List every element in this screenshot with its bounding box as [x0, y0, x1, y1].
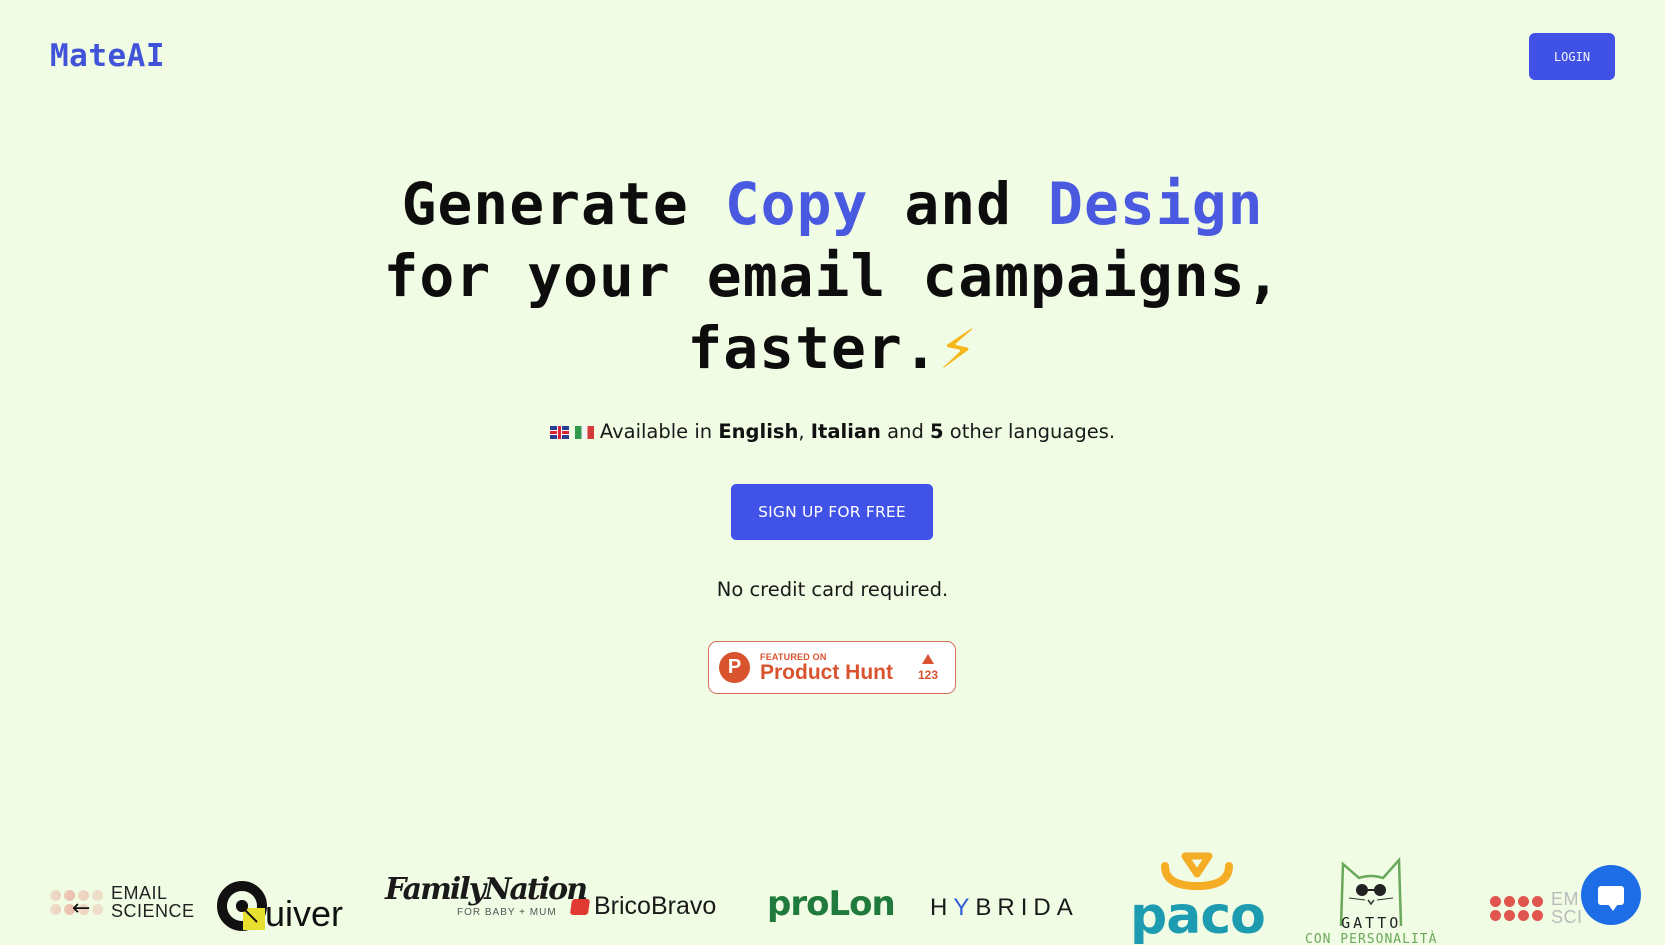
brand-text: EM	[1551, 889, 1579, 909]
italy-flag-icon	[574, 426, 594, 439]
logo-gatto: GATTO CON PERSONALITÀ	[1305, 856, 1437, 945]
headline-text: Generate	[401, 170, 725, 238]
no-credit-card-note: No credit card required.	[716, 578, 949, 601]
headline-line-2: for your email campaigns,	[383, 242, 1282, 310]
headline-line-3: faster.⚡	[0, 312, 1665, 386]
quiver-q-icon	[217, 881, 267, 931]
customer-logo-carousel: EMAIL SCIENCE uiver FamilyNation FOR BABY…	[0, 840, 1665, 945]
upvote-arrow-icon	[921, 653, 934, 664]
bricobravo-icon	[569, 898, 591, 915]
brand-text: FamilyNation	[385, 872, 588, 907]
logo-hybrida: HYBRIDA	[930, 894, 1079, 922]
product-hunt-text: FEATURED ON Product Hunt	[760, 652, 893, 684]
languages-text: Available in	[599, 420, 719, 443]
brand-text: SCIENCE	[111, 901, 195, 921]
brand-text: BricoBravo	[594, 892, 717, 920]
hybrida-y-accent: Y	[953, 894, 976, 921]
product-hunt-badge[interactable]: P FEATURED ON Product Hunt 123	[708, 641, 956, 694]
logo-paco: paco	[1130, 852, 1266, 945]
languages-text: ,	[798, 420, 811, 443]
featured-on-label: FEATURED ON	[760, 651, 827, 662]
logo-bricobravo: BricoBravo	[569, 892, 717, 921]
chat-bubble-icon	[1598, 885, 1624, 911]
brand-text: HYBRIDA	[930, 894, 1079, 921]
brand-text: EMAIL	[111, 883, 168, 903]
brand-text: paco	[1130, 886, 1266, 945]
brand-logo[interactable]: MateAI	[50, 38, 165, 74]
brand-subtext: FOR BABY + MUM	[457, 907, 557, 918]
headline-highlight-copy: Copy	[724, 170, 869, 238]
uk-flag-icon	[549, 426, 569, 439]
language-italian: Italian	[810, 420, 881, 443]
headline-highlight-design: Design	[1048, 170, 1264, 238]
email-science-text: EMAIL SCIENCE	[111, 884, 195, 920]
upvote-count: 123	[917, 653, 938, 682]
language-english: English	[718, 420, 799, 443]
language-count: 5	[930, 420, 944, 443]
sign-up-button[interactable]: SIGN UP FOR FREE	[731, 484, 933, 540]
headline-line-1: Generate Copy and Design	[0, 168, 1665, 240]
product-hunt-icon: P	[719, 652, 750, 683]
lightning-bolt-icon: ⚡	[938, 318, 978, 381]
brand-text: GATTO	[1341, 914, 1402, 932]
email-science-dots-icon	[1490, 895, 1543, 921]
carousel-prev-arrow-icon[interactable]: ←	[72, 896, 90, 921]
chat-widget-button[interactable]	[1581, 865, 1641, 925]
logo-familynation: FamilyNation FOR BABY + MUM	[385, 872, 588, 918]
languages-line: Available in English, Italian and 5 othe…	[0, 420, 1665, 443]
hero-headline: Generate Copy and Design for your email …	[0, 168, 1665, 386]
logo-quiver: uiver	[215, 880, 343, 936]
brand-text: SCI	[1551, 907, 1583, 927]
brand-text: proLon	[767, 884, 896, 924]
logo-email-science-repeat: EM SCI	[1490, 890, 1583, 926]
login-button[interactable]: LOGIN	[1529, 33, 1615, 80]
logo-prolon: proLon	[767, 884, 896, 924]
brand-subtext: CON PERSONALITÀ	[1305, 932, 1438, 945]
headline-text: faster.	[687, 314, 939, 382]
brand-text: uiver	[265, 893, 344, 934]
languages-text: and	[880, 420, 931, 443]
vote-count: 123	[917, 667, 938, 682]
email-science-text: EM SCI	[1551, 890, 1583, 926]
carousel-fade	[0, 840, 110, 945]
product-hunt-name: Product Hunt	[760, 660, 893, 684]
languages-text: other languages.	[943, 420, 1116, 443]
headline-text: and	[868, 170, 1049, 238]
